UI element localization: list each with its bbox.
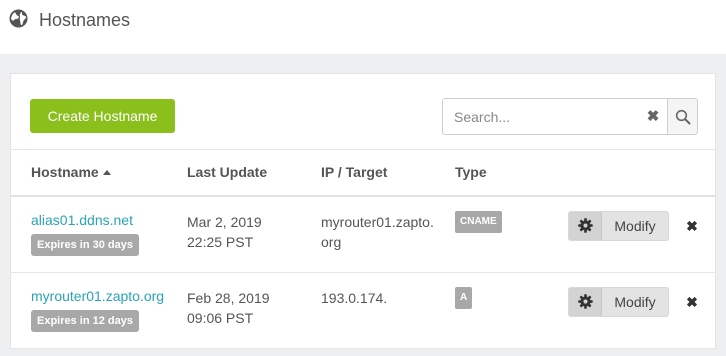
type-badge: A (455, 287, 473, 309)
search-icon (675, 109, 691, 125)
hostname-link[interactable]: myrouter01.zapto.org (31, 288, 164, 304)
last-update: Feb 28, 2019 09:06 PST (187, 288, 307, 328)
table-row: alias01.ddns.net Expires in 30 days Mar … (11, 197, 715, 273)
modify-label: Modify (614, 218, 656, 234)
delete-icon[interactable]: ✖ (685, 293, 699, 311)
sort-ascending-icon (102, 170, 111, 175)
last-update-date: Mar 2, 2019 (187, 214, 262, 230)
table-header: Hostname Last Update IP / Target Type (11, 149, 715, 197)
create-hostname-button[interactable]: Create Hostname (30, 99, 175, 133)
table-row: myrouter01.zapto.org Expires in 12 days … (11, 273, 715, 349)
last-update-time: 09:06 PST (187, 310, 254, 326)
column-header-last-update[interactable]: Last Update (187, 164, 267, 180)
column-label-hostname: Hostname (31, 164, 99, 180)
expires-badge: Expires in 12 days (31, 310, 139, 332)
gear-icon (578, 294, 593, 309)
page-header: Hostnames (0, 0, 726, 54)
last-update-date: Feb 28, 2019 (187, 290, 270, 306)
modify-label: Modify (614, 294, 656, 310)
column-header-type[interactable]: Type (455, 164, 487, 180)
globe-icon (9, 9, 28, 28)
column-header-ip-target[interactable]: IP / Target (321, 164, 387, 180)
clear-search-icon[interactable]: ✖ (646, 109, 660, 125)
hostnames-card: Create Hostname ✖ Hostname Last Update I… (10, 73, 716, 349)
ip-target: myrouter01.zapto.org (321, 214, 434, 250)
hostname-link[interactable]: alias01.ddns.net (31, 212, 133, 228)
ip-target: 193.0.174. (321, 290, 388, 306)
search-box: ✖ (442, 98, 668, 135)
expires-badge: Expires in 30 days (31, 234, 139, 256)
last-update-time: 22:25 PST (187, 234, 254, 250)
modify-button[interactable]: Modify (568, 287, 669, 317)
modify-button[interactable]: Modify (568, 211, 669, 241)
search-input[interactable] (454, 107, 634, 127)
page-title: Hostnames (39, 10, 131, 30)
last-update: Mar 2, 2019 22:25 PST (187, 212, 307, 252)
gear-icon-wrap (569, 288, 602, 316)
type-badge: CNAME (455, 211, 502, 233)
gear-icon-wrap (569, 212, 602, 240)
gear-icon (578, 218, 593, 233)
search-button[interactable] (667, 98, 698, 135)
delete-icon[interactable]: ✖ (685, 217, 699, 235)
column-header-hostname[interactable]: Hostname (31, 164, 111, 180)
